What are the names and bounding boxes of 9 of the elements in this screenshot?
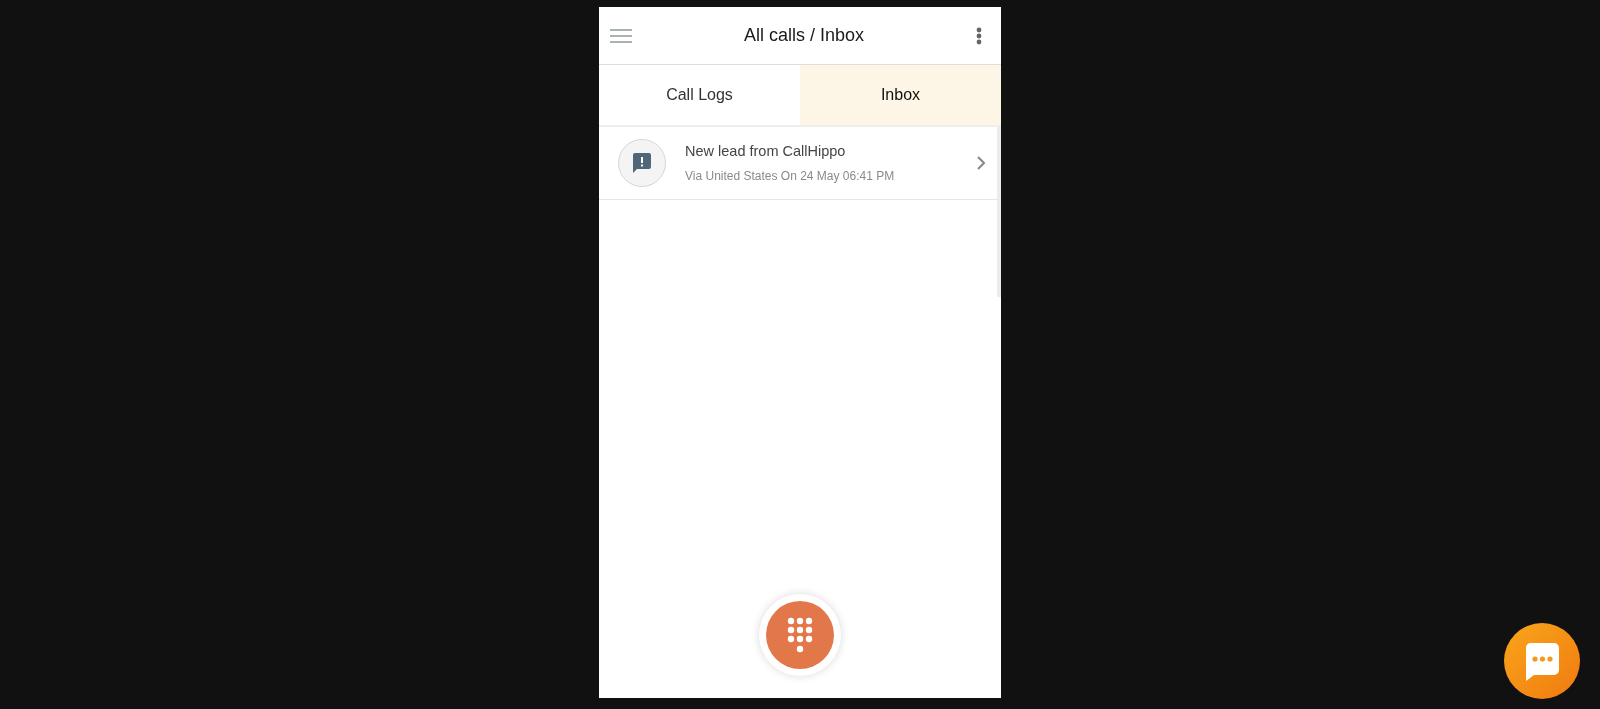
more-options-icon[interactable] xyxy=(976,26,982,45)
chevron-right-icon xyxy=(977,156,985,170)
tab[interactable]: Inbox xyxy=(800,65,1001,125)
message-icon xyxy=(618,139,666,187)
header-title: All calls / Inbox xyxy=(743,24,865,47)
message-details: Via United States On 24 May 06:41 PM xyxy=(685,167,896,185)
dialpad-button[interactable] xyxy=(759,594,841,676)
message-title: New lead from CallHippo xyxy=(685,142,847,162)
dialpad-icon xyxy=(766,601,834,669)
